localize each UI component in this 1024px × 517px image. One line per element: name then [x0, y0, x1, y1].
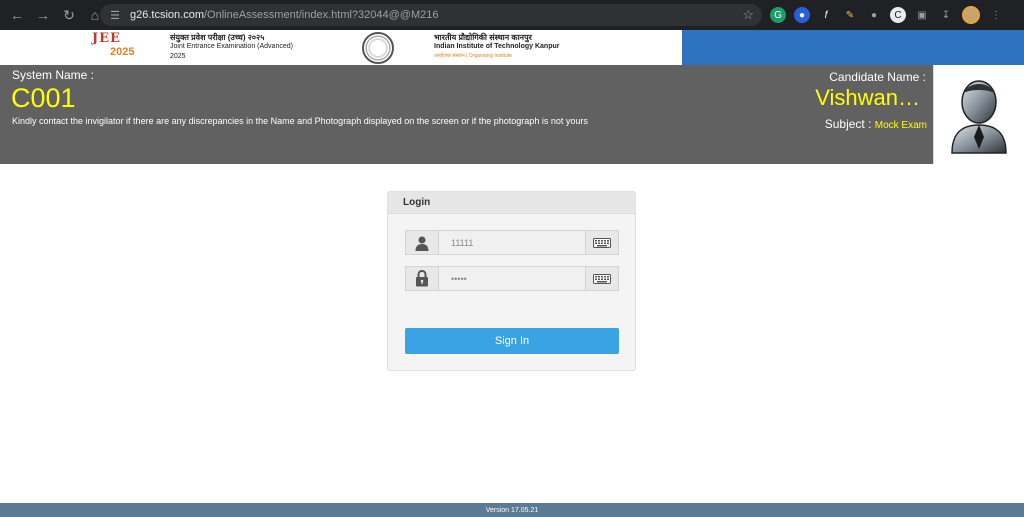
jee-logo: JEE [92, 31, 121, 46]
password-field [405, 266, 619, 291]
exam-year: 2025 [170, 53, 186, 60]
version-footer: Version 17.05.21 [0, 503, 1024, 517]
system-name-label: System Name : [12, 68, 95, 82]
extension-pen-icon[interactable]: ✎ [842, 7, 858, 23]
extensions-puzzle-icon[interactable]: ▣ [914, 7, 930, 23]
browser-menu-icon[interactable]: ⋮ [988, 7, 1004, 23]
forward-icon[interactable]: → [32, 4, 54, 26]
extension-formula-icon[interactable]: f [818, 7, 834, 23]
sign-in-button[interactable]: Sign In [405, 328, 619, 354]
user-icon [406, 231, 439, 254]
username-input[interactable] [439, 231, 585, 254]
system-name-value: C001 [11, 83, 76, 113]
reload-icon[interactable]: ↻ [58, 4, 80, 26]
download-icon[interactable]: ↧ [938, 7, 954, 23]
back-icon[interactable]: ← [6, 4, 28, 26]
jee-logo-year: 2025 [110, 46, 135, 58]
organising-institute-tag: आयोजक संस्थान | Organising Institute [434, 53, 512, 59]
version-text: Version 17.05.21 [485, 506, 539, 514]
virtual-keyboard-icon[interactable] [585, 267, 618, 290]
candidate-name-label: Candidate Name : [829, 70, 926, 84]
address-bar[interactable]: ☰ g26.tcsion.com/OnlineAssessment/index.… [100, 4, 762, 26]
address-url[interactable]: g26.tcsion.com/OnlineAssessment/index.ht… [130, 9, 439, 21]
password-input[interactable] [439, 267, 585, 290]
extension-grammarly-icon[interactable]: G [770, 7, 786, 23]
extension-translate-icon[interactable]: ● [794, 7, 810, 23]
site-info-icon[interactable]: ☰ [108, 8, 122, 22]
extension-mic-icon[interactable]: ● [866, 7, 882, 23]
lock-icon [406, 267, 439, 290]
browser-toolbar: ← → ↻ ⌂ ☰ g26.tcsion.com/OnlineAssessmen… [0, 0, 1024, 30]
exam-banner: JEE 2025 संयुक्त प्रवेश परीक्षा (उच्च) २… [0, 30, 1024, 65]
institute-name-english: Indian Institute of Technology Kanpur [434, 43, 560, 50]
profile-avatar[interactable] [962, 6, 980, 24]
extension-c-icon[interactable]: C [890, 7, 906, 23]
user-silhouette-icon [951, 79, 1007, 154]
institute-name-hindi: भारतीय प्रौद्योगिकी संस्थान कानपुर [434, 33, 532, 42]
subject-line: Subject : Mock Exam [825, 117, 927, 131]
exam-title-english: Joint Entrance Examination (Advanced) [170, 43, 293, 50]
banner-blue-strip [682, 30, 1024, 65]
url-path: /OnlineAssessment/index.html?32044@@M216 [203, 9, 439, 21]
login-title: Login [388, 192, 635, 214]
iit-seal-logo [362, 32, 394, 64]
bookmark-star-icon[interactable]: ☆ [742, 7, 754, 23]
virtual-keyboard-icon[interactable] [585, 231, 618, 254]
extensions-area: G ● f ✎ ● C ▣ ↧ ⋮ [770, 4, 1004, 26]
subject-label: Subject : [824, 117, 872, 131]
subject-value: Mock Exam [874, 120, 927, 131]
invigilator-notice: Kindly contact the invigilator if there … [12, 116, 588, 126]
url-host: g26.tcsion.com [130, 9, 204, 21]
login-panel: Login Sign In [387, 191, 636, 371]
exam-title-hindi: संयुक्त प्रवेश परीक्षा (उच्च) २०२५ [170, 33, 265, 42]
candidate-photo [933, 65, 1024, 164]
candidate-header: System Name : C001 Kindly contact the in… [0, 65, 1024, 164]
username-field [405, 230, 619, 255]
candidate-name-value: Vishwan… [815, 85, 920, 110]
